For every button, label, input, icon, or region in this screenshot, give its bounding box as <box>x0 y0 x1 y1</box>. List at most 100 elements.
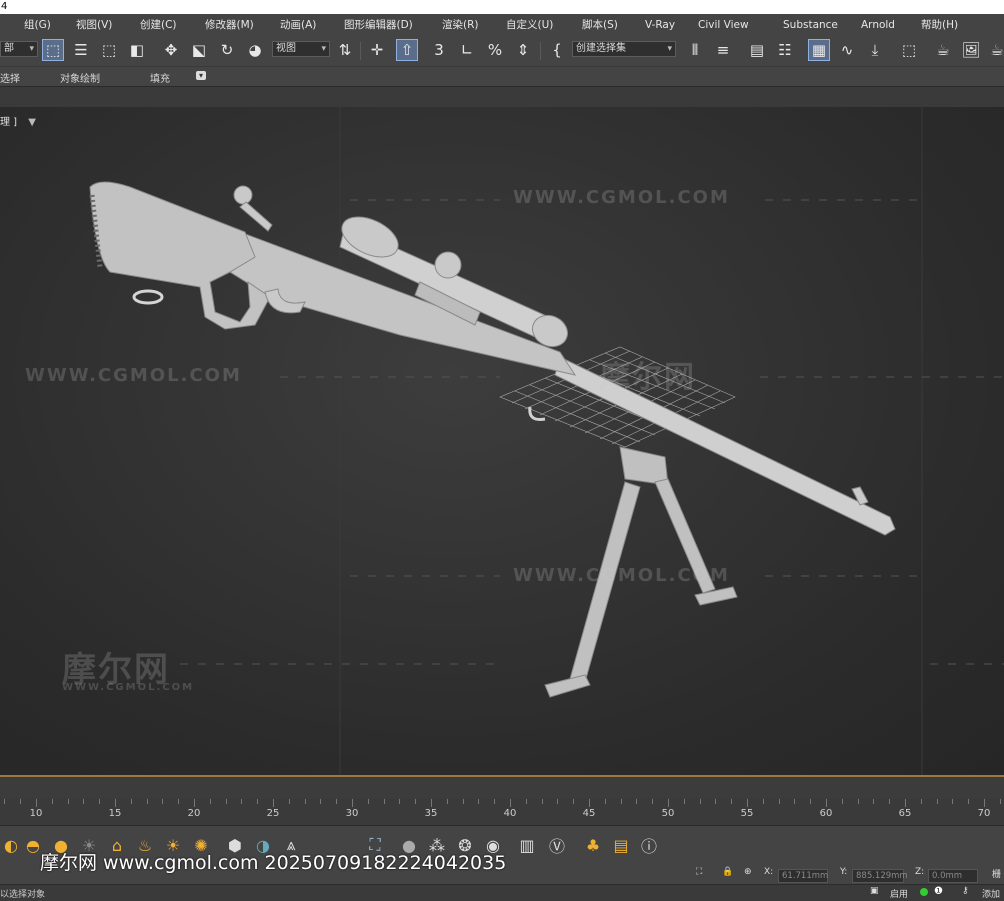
material-editor-button[interactable]: ⬚ <box>898 39 920 61</box>
crosshair-icon: ✛ <box>370 41 384 59</box>
menu-create[interactable]: 创建(C) <box>140 14 177 36</box>
render-button[interactable]: ☕ <box>986 39 1004 61</box>
spinner-snap-toggle[interactable]: ⇕ <box>512 39 534 61</box>
reference-coordinate-dropdown[interactable]: 视图 <box>272 41 330 57</box>
track-tick <box>589 799 590 807</box>
track-tick <box>841 799 843 804</box>
edit-named-selection-button[interactable]: { <box>546 39 568 61</box>
track-tick-label: 40 <box>503 808 517 819</box>
menu-graph-editors[interactable]: 图形编辑器(D) <box>344 14 413 36</box>
select-manipulate-button[interactable]: ✛ <box>366 39 388 61</box>
track-tick <box>778 799 780 804</box>
track-tick <box>889 799 891 804</box>
track-tick <box>557 799 559 804</box>
coord-x-field[interactable]: 61.711mm <box>778 869 828 883</box>
upload-icon: ⇧ <box>400 41 414 59</box>
adaptive-degradation-icon[interactable]: ▣ <box>870 886 879 896</box>
track-bar[interactable]: 10 15 20 25 30 35 40 45 50 55 60 65 70 <box>0 799 1004 826</box>
rotate-button[interactable]: ↻ <box>216 39 238 61</box>
menu-group[interactable]: 组(G) <box>24 14 51 36</box>
window-crossing-button[interactable]: ◧ <box>126 39 148 61</box>
align-icon: ≡ <box>716 41 730 59</box>
schematic-view-button[interactable]: ⤓ <box>864 39 886 61</box>
add-label: 添加 <box>982 890 1001 900</box>
mirror-button[interactable]: ⫴ <box>684 39 706 61</box>
rect-selection-button[interactable]: ⬚ <box>98 39 120 61</box>
track-tick <box>620 799 622 804</box>
menu-scripting[interactable]: 脚本(S) <box>582 14 618 36</box>
ribbon-tab-select[interactable]: 选择 <box>0 70 20 85</box>
track-tick <box>794 799 796 804</box>
track-tick <box>952 799 954 804</box>
create-light-omni-button[interactable]: ◐ <box>0 834 22 856</box>
ribbon-tab-fill[interactable]: 填充 <box>150 70 170 85</box>
selection-filter-dropdown[interactable]: 部 <box>0 41 38 57</box>
help-button[interactable]: ⓘ <box>638 834 660 856</box>
move-button[interactable]: ✥ <box>160 39 182 61</box>
lock-icon[interactable]: 🔒 <box>722 867 733 877</box>
coord-z-field[interactable]: 0.0mm <box>928 869 978 883</box>
vray-logo-icon: Ⓥ <box>548 837 565 856</box>
menu-rendering[interactable]: 渲染(R) <box>442 14 479 36</box>
vray-bar-button[interactable]: ▥ <box>516 834 538 856</box>
select-rotate-icon: ⬕ <box>191 41 207 59</box>
keyboard-shortcut-toggle[interactable]: ⇧ <box>396 39 418 61</box>
track-tick-label: 10 <box>29 808 43 819</box>
scale-button[interactable]: ◕ <box>244 39 266 61</box>
ribbon-bar: 选择 对象绘制 填充 ▾ <box>0 66 1004 87</box>
select-object-button[interactable]: ⬚ <box>42 39 64 61</box>
rotate-select-button[interactable]: ⬕ <box>188 39 210 61</box>
notes-button[interactable]: ▤ <box>610 834 632 856</box>
menu-animation[interactable]: 动画(A) <box>280 14 316 36</box>
track-tick <box>115 799 116 807</box>
info-icon[interactable]: ❶ <box>934 886 943 897</box>
ribbon-tab-object-paint[interactable]: 对象绘制 <box>60 70 100 85</box>
coord-y-label: Y: <box>840 867 848 877</box>
mirror-icon: ⫴ <box>691 41 699 59</box>
track-tick <box>67 799 69 804</box>
transform-type-in-icon[interactable]: ⊕ <box>744 867 752 877</box>
crossing-icon: ◧ <box>129 41 145 59</box>
layer-explorer-button[interactable]: ☷ <box>774 39 796 61</box>
track-tick <box>636 799 638 804</box>
track-tick <box>209 799 211 804</box>
menu-modifiers[interactable]: 修改器(M) <box>205 14 254 36</box>
time-slider[interactable] <box>0 777 1004 799</box>
viewport-watermark: 摩尔网 <box>600 360 696 395</box>
coord-y-field[interactable]: 885.129mm <box>852 869 908 883</box>
menu-substance[interactable]: Substance <box>783 14 838 36</box>
angle-snap-toggle[interactable]: ∟ <box>456 39 478 61</box>
absolute-mode-icon[interactable]: ⛶ <box>696 867 702 877</box>
vray-logo-button[interactable]: Ⓥ <box>546 834 568 856</box>
track-tick <box>446 799 448 804</box>
track-tick-label: 50 <box>661 808 675 819</box>
key-icon[interactable]: ⚷ <box>962 886 969 896</box>
menu-view[interactable]: 视图(V) <box>76 14 112 36</box>
menu-arnold[interactable]: Arnold <box>861 14 895 36</box>
rendered-frame-button[interactable]: 🖼 <box>960 39 982 61</box>
track-tick <box>194 799 195 807</box>
track-tick <box>936 799 938 804</box>
track-tick <box>905 799 906 807</box>
curve-editor-button[interactable]: ∿ <box>836 39 858 61</box>
perspective-viewport[interactable]: 理 ] ▼ WWW.CGMOL.COM WWW.CGMOL.COM WWW.CG… <box>0 107 1004 777</box>
select-by-name-button[interactable]: ☰ <box>70 39 92 61</box>
bipod-left-foot <box>544 674 591 698</box>
render-setup-button[interactable]: ☕ <box>932 39 954 61</box>
named-selection-dropdown[interactable]: 创建选择集 <box>572 41 676 57</box>
rifle-forend-loop <box>528 406 546 421</box>
percent-snap-toggle[interactable]: % <box>484 39 506 61</box>
scatter-button[interactable]: ♣ <box>582 834 604 856</box>
scene-explorer-button[interactable]: ▤ <box>746 39 768 61</box>
toolbar-separator <box>360 42 361 60</box>
align-button[interactable]: ≡ <box>712 39 734 61</box>
snaps-toggle[interactable]: 3 <box>428 39 450 61</box>
menu-help[interactable]: 帮助(H) <box>921 14 958 36</box>
track-tick <box>873 799 875 804</box>
menu-customize[interactable]: 自定义(U) <box>506 14 553 36</box>
menu-civil-view[interactable]: Civil View <box>698 14 749 36</box>
ribbon-options-icon[interactable]: ▾ <box>196 71 207 80</box>
pivot-button[interactable]: ⇅ <box>334 39 356 61</box>
menu-vray[interactable]: V-Ray <box>645 14 675 36</box>
ribbon-toggle[interactable]: ▦ <box>808 39 830 61</box>
